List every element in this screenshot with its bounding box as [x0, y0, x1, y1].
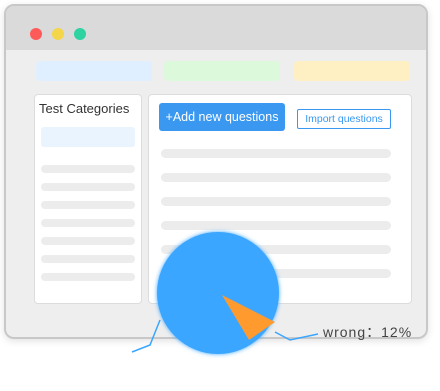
pie-wrong-label: wrong：12% [323, 324, 413, 340]
correct-leader-line [131, 319, 161, 353]
pie-correct-slice [157, 232, 279, 354]
wrong-leader-line [274, 331, 319, 341]
